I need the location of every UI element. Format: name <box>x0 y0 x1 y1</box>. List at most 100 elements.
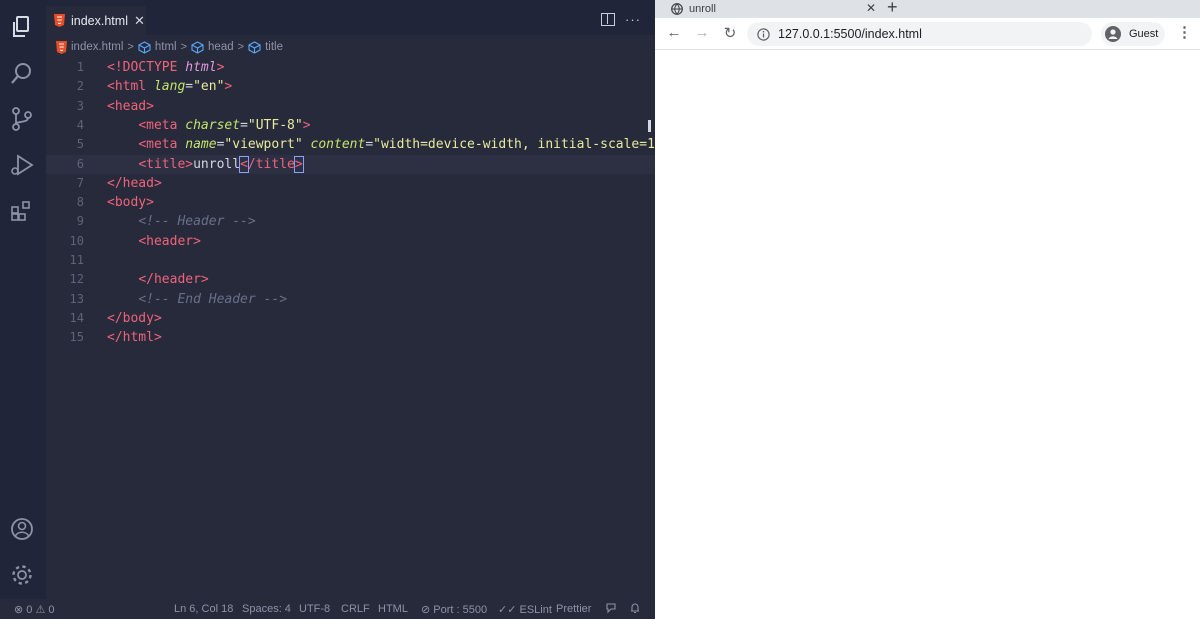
code-text[interactable]: </body> <box>107 309 162 328</box>
browser-window: unroll ✕ + ← → ↻ 127.0.0.1:5500/index.ht… <box>655 0 1200 619</box>
code-line[interactable]: 15 </html> <box>46 328 655 347</box>
code-token: </body> <box>107 310 162 326</box>
code-text[interactable]: <!-- End Header --> <box>107 290 287 309</box>
code-line[interactable]: 14 </body> <box>46 309 655 328</box>
eslint-status[interactable]: ✓✓ ESLint <box>498 603 552 616</box>
code-text[interactable]: <!DOCTYPE html> <box>107 58 224 77</box>
code-token: <meta <box>138 117 186 133</box>
code-token: > <box>302 117 311 133</box>
indentation[interactable]: Spaces: 4 <box>242 603 291 615</box>
code-token: <html <box>107 79 154 95</box>
code-text[interactable]: <html lang="en"> <box>107 77 232 96</box>
line-endings[interactable]: CRLF <box>341 603 370 615</box>
notifications-bell-icon[interactable] <box>629 602 641 614</box>
split-editor-icon[interactable] <box>601 13 615 26</box>
settings-gear-icon[interactable] <box>9 562 35 588</box>
run-debug-icon[interactable] <box>9 152 35 178</box>
breadcrumb-item-head[interactable]: head <box>208 41 234 53</box>
browser-menu-icon[interactable]: ⋮ <box>1177 23 1192 43</box>
code-text[interactable]: </html> <box>107 328 162 347</box>
address-bar[interactable]: 127.0.0.1:5500/index.html <box>747 22 1092 46</box>
problems-count[interactable]: ⊗ 0 ⚠ 0 <box>14 603 54 616</box>
scrollbar-cursor-marker[interactable] <box>648 120 651 132</box>
cursor-position[interactable]: Ln 6, Col 18 <box>174 603 233 615</box>
code-line[interactable]: 9 <!-- Header --> <box>46 212 655 231</box>
close-tab-icon[interactable]: ✕ <box>866 1 876 15</box>
code-token: > <box>224 79 233 95</box>
code-token: = <box>365 137 374 153</box>
line-number: 5 <box>76 137 84 152</box>
url-text[interactable]: 127.0.0.1:5500/index.html <box>778 27 922 41</box>
accounts-icon[interactable] <box>9 516 35 542</box>
browser-toolbar: ← → ↻ 127.0.0.1:5500/index.html Guest ⋮ <box>655 18 1200 50</box>
breadcrumb-item-title[interactable]: title <box>265 41 283 53</box>
language-mode[interactable]: HTML <box>378 603 408 615</box>
more-actions-icon[interactable]: ··· <box>625 13 641 26</box>
encoding[interactable]: UTF-8 <box>299 603 330 615</box>
explorer-icon[interactable] <box>9 14 35 40</box>
chevron-right-icon: > <box>180 41 188 53</box>
extensions-icon[interactable] <box>9 198 35 224</box>
code-text[interactable]: <meta charset="UTF-8"> <box>107 116 311 135</box>
code-token: html <box>185 60 217 75</box>
code-line[interactable]: 13 <!-- End Header --> <box>46 290 655 309</box>
code-text[interactable]: </head> <box>107 174 162 193</box>
line-number: 10 <box>69 233 84 248</box>
line-number: 4 <box>76 117 84 132</box>
code-text[interactable]: <title>unroll</title> <box>107 155 304 174</box>
live-server-port[interactable]: ⊘ Port : 5500 <box>421 603 487 616</box>
code-text[interactable]: <meta name="viewport" content="width=dev… <box>107 135 655 154</box>
editor-actions: ··· <box>601 13 641 26</box>
code-line[interactable]: 2 <html lang="en"> <box>46 77 655 96</box>
line-number: 6 <box>76 156 84 171</box>
code-token: /title <box>247 156 295 172</box>
code-line[interactable]: 11 <box>46 251 655 270</box>
code-line[interactable]: 1 <!DOCTYPE html> <box>46 58 655 77</box>
code-text[interactable]: <body> <box>107 193 154 212</box>
source-control-icon[interactable] <box>9 106 35 132</box>
breadcrumb-item-html[interactable]: html <box>155 41 177 53</box>
code-token: </header> <box>138 272 209 288</box>
chevron-right-icon: > <box>127 41 134 53</box>
code-line[interactable]: 12 </header> <box>46 270 655 289</box>
new-tab-button[interactable]: + <box>887 0 898 18</box>
tab-close-icon[interactable]: ✕ <box>134 13 145 29</box>
forward-button[interactable]: → <box>693 24 711 41</box>
reload-button[interactable]: ↻ <box>721 24 739 42</box>
profile-button[interactable]: Guest <box>1101 22 1165 46</box>
breadcrumb-item-file[interactable]: index.html <box>71 41 123 53</box>
code-line[interactable]: 4 <meta charset="UTF-8"> <box>46 116 655 135</box>
rendered-page <box>655 51 1200 619</box>
line-number: 13 <box>69 291 84 306</box>
code-editor[interactable]: 1 <!DOCTYPE html> 2 <html lang="en"> 3 <head>… <box>46 56 655 596</box>
code-text[interactable]: <head> <box>107 97 154 116</box>
editor-tab-bar: index.html ✕ ··· <box>46 0 655 35</box>
browser-tab-strip: unroll ✕ + <box>655 0 1200 18</box>
browser-tab-unroll[interactable]: unroll ✕ <box>671 0 881 18</box>
code-line[interactable]: 5 <meta name="viewport" content="width=d… <box>46 135 655 154</box>
code-text[interactable]: </header> <box>107 270 209 289</box>
search-icon[interactable] <box>9 60 35 86</box>
code-text[interactable]: <!-- Header --> <box>107 212 255 231</box>
code-token: = <box>185 79 194 95</box>
tab-index-html[interactable]: index.html ✕ <box>46 6 146 35</box>
browser-tab-title: unroll <box>689 3 716 15</box>
code-line[interactable]: 7 </head> <box>46 174 655 193</box>
code-text[interactable]: <header> <box>107 232 201 251</box>
prettier-status[interactable]: Prettier <box>556 603 591 615</box>
code-token: "en" <box>193 79 225 95</box>
tab-title: index.html <box>71 13 128 28</box>
feedback-icon[interactable] <box>605 602 617 614</box>
code-line[interactable]: 10 <header> <box>46 232 655 251</box>
guest-avatar-icon <box>1105 26 1121 42</box>
code-token: "viewport" <box>224 137 311 153</box>
code-line[interactable]: 8 <body> <box>46 193 655 212</box>
code-line[interactable]: 3 <head> <box>46 97 655 116</box>
code-line[interactable]: 6 <title>unroll</title> <box>46 154 655 174</box>
back-button[interactable]: ← <box>665 24 683 41</box>
status-bar: ⊗ 0 ⚠ 0 Ln 6, Col 18 Spaces: 4 UTF-8 CRL… <box>0 599 655 619</box>
site-info-icon[interactable] <box>757 27 770 41</box>
